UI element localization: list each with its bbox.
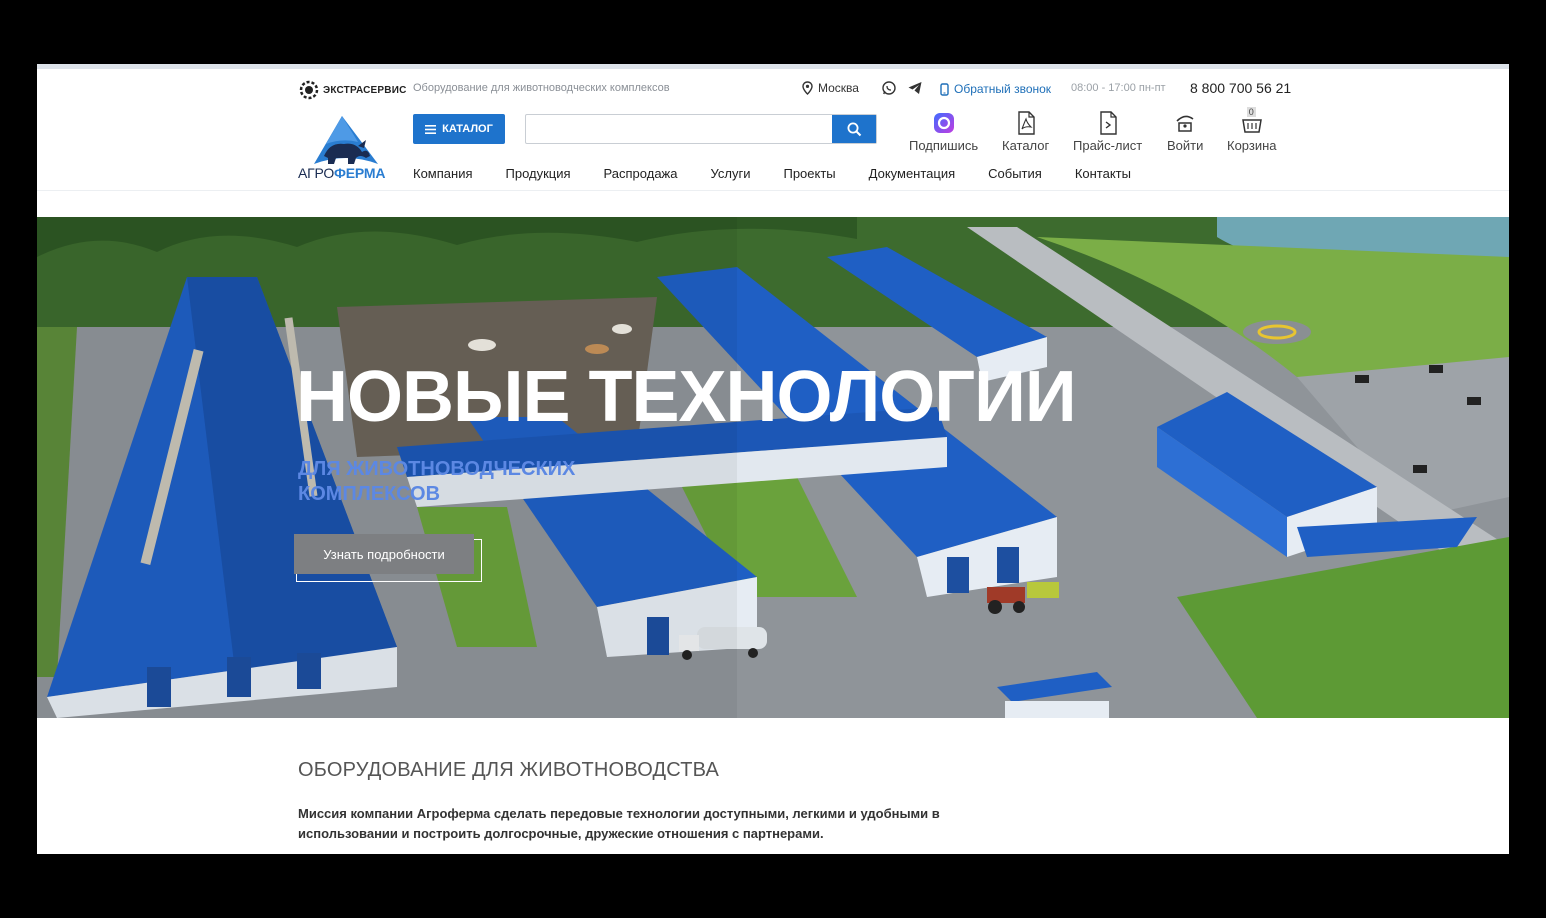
gear-logo-icon	[299, 80, 319, 100]
social-links	[881, 80, 923, 96]
login-icon	[1176, 115, 1194, 132]
tool-label-subscribe: Подпишись	[909, 138, 979, 153]
search-button[interactable]	[832, 115, 876, 143]
hero-subtitle: ДЛЯ ЖИВОТНОВОДЧЕСКИХ КОМПЛЕКСОВ	[298, 458, 576, 505]
main-navigation: Компания Продукция Распродажа Услуги Про…	[413, 166, 1164, 181]
nav-item-company[interactable]: Компания	[413, 166, 473, 181]
farm-complex-illustration	[37, 217, 1509, 718]
extraservice-logo: ЭКСТРАСЕРВИС	[298, 80, 407, 100]
nav-item-services[interactable]: Услуги	[710, 166, 750, 181]
tool-catalog-pdf[interactable]: Каталог	[1002, 110, 1049, 153]
search-input[interactable]	[526, 115, 848, 143]
nav-item-documentation[interactable]: Документация	[869, 166, 956, 181]
work-hours: 08:00 - 17:00 пн-пт	[1071, 82, 1166, 94]
partner-brand[interactable]: ЭКСТРАСЕРВИС	[298, 80, 407, 100]
search-icon	[847, 122, 861, 136]
tool-label-catalog: Каталог	[1002, 138, 1050, 153]
search-box	[525, 114, 877, 144]
hero-banner: НОВЫЕ ТЕХНОЛОГИИ ДЛЯ ЖИВОТНОВОДЧЕСКИХ КО…	[37, 217, 1509, 718]
whatsapp-icon[interactable]	[881, 80, 897, 96]
tool-price-list[interactable]: Прайс-лист	[1073, 110, 1142, 153]
pdf-icon	[1017, 111, 1035, 135]
tool-label-cart: Корзина	[1227, 138, 1277, 153]
hamburger-icon	[425, 124, 437, 134]
city-selector[interactable]: Москва	[802, 81, 859, 95]
mission-text: Миссия компании Агроферма сделать передо…	[298, 806, 940, 841]
telegram-icon[interactable]	[907, 80, 923, 96]
callback-label: Обратный звонок	[954, 82, 1052, 96]
nav-item-events[interactable]: События	[988, 166, 1042, 181]
logo-part-ferma: ФЕРМА	[334, 165, 386, 181]
callback-link[interactable]: Обратный звонок	[940, 82, 1051, 96]
nav-item-contacts[interactable]: Контакты	[1075, 166, 1131, 181]
learn-more-button[interactable]: Узнать подробности	[294, 534, 474, 574]
logo-wordmark: АГРОФЕРМА	[298, 165, 385, 181]
price-file-icon	[1099, 111, 1117, 135]
tool-login[interactable]: Войти	[1167, 110, 1203, 153]
browser-viewport: ЭКСТРАСЕРВИС Оборудование для животновод…	[37, 64, 1509, 854]
mini-brand-text: ЭКСТРАСЕРВИС	[323, 84, 407, 96]
mobile-phone-icon	[940, 82, 949, 96]
header-divider	[37, 190, 1509, 191]
catalog-button-label: КАТАЛОГ	[442, 123, 493, 135]
phone-number[interactable]: 8 800 700 56 21	[1190, 80, 1291, 96]
hero-title: НОВЫЕ ТЕХНОЛОГИИ	[296, 357, 1077, 437]
city-label: Москва	[818, 81, 859, 95]
nav-item-products[interactable]: Продукция	[506, 166, 571, 181]
section-title: ОБОРУДОВАНИЕ ДЛЯ ЖИВОТНОВОДСТВА	[298, 759, 720, 781]
subscribe-icon	[933, 113, 954, 133]
tool-label-price: Прайс-лист	[1073, 138, 1143, 153]
location-pin-icon	[802, 81, 813, 95]
tool-label-login: Войти	[1167, 138, 1204, 153]
tool-cart[interactable]: 0 Корзина	[1227, 107, 1277, 153]
catalog-menu-button[interactable]: КАТАЛОГ	[413, 114, 505, 144]
tool-subscribe[interactable]: Подпишись	[909, 110, 978, 153]
site-tagline: Оборудование для животноводческих компле…	[413, 82, 670, 94]
cart-count-badge: 0	[1246, 107, 1256, 117]
top-border	[37, 64, 1509, 69]
logo-part-agro: АГРО	[298, 165, 335, 181]
nav-item-sale[interactable]: Распродажа	[604, 166, 678, 181]
nav-item-projects[interactable]: Проекты	[783, 166, 835, 181]
